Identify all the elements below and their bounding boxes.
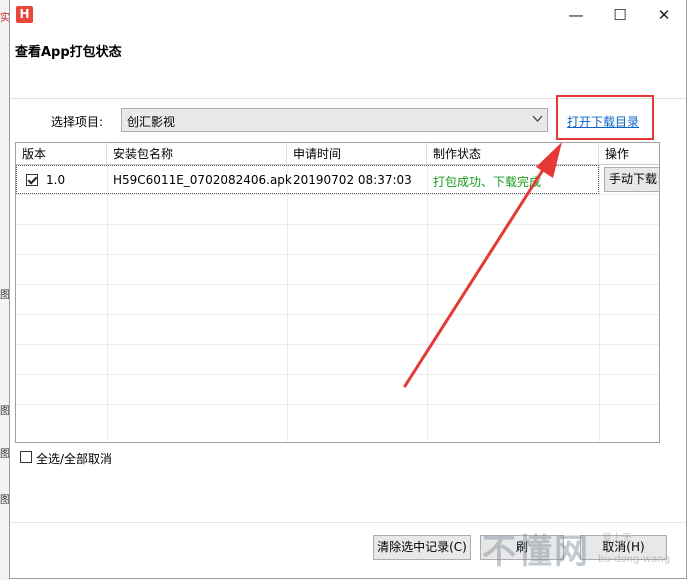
grid-line (16, 404, 659, 405)
col-header-time[interactable]: 申请时间 (287, 143, 427, 165)
footer-divider (10, 522, 686, 523)
row-package-name: H59C6011E_0702082406.apk (113, 173, 292, 187)
maximize-button[interactable]: ☐ (598, 0, 642, 30)
package-table: 版本 安装包名称 申请时间 制作状态 操作 1.0 H59C6011E_0702… (15, 142, 660, 443)
clear-selected-button[interactable]: 清除选中记录(C) (373, 535, 471, 560)
col-header-version[interactable]: 版本 (16, 143, 107, 165)
grid-line (287, 165, 288, 442)
dialog-title: 查看App打包状态 (15, 45, 122, 60)
grid-line (16, 284, 659, 285)
project-select[interactable]: 创汇影视 (121, 108, 548, 132)
package-status-window: H — ☐ ✕ 查看App打包状态 选择项目: 创汇影视 打开下载目录 版本 安… (9, 0, 687, 579)
grid-line (16, 344, 659, 345)
manual-download-button[interactable]: 手动下载 (604, 167, 659, 192)
select-all-checkbox[interactable] (20, 451, 32, 463)
select-all-label: 全选/全部取消 (36, 452, 113, 466)
grid-line (16, 194, 659, 195)
row-request-time: 20190702 08:37:03 (293, 173, 412, 187)
col-header-status[interactable]: 制作状态 (427, 143, 599, 165)
row-status: 打包成功、下载完成 (433, 175, 542, 189)
grid-line (599, 165, 600, 442)
open-download-dir-link[interactable]: 打开下载目录 (567, 113, 639, 130)
grid-line (107, 165, 108, 442)
chevron-down-icon (532, 113, 543, 126)
row-version: 1.0 (46, 173, 66, 187)
minimize-button[interactable]: — (554, 0, 598, 30)
grid-line (16, 374, 659, 375)
col-header-package[interactable]: 安装包名称 (107, 143, 287, 165)
col-header-action[interactable]: 操作 (599, 143, 659, 165)
grid-line (16, 254, 659, 255)
title-bar[interactable]: H — ☐ ✕ (10, 0, 686, 30)
grid-line (427, 165, 428, 442)
close-button[interactable]: ✕ (642, 0, 686, 30)
project-label: 选择项目: (51, 115, 104, 129)
app-logo-icon: H (16, 6, 33, 23)
cancel-button[interactable]: 取消(H) (580, 535, 667, 560)
row-checkbox[interactable] (26, 174, 38, 186)
refresh-button[interactable]: 刷 (480, 535, 564, 560)
grid-line (16, 224, 659, 225)
project-select-value: 创汇影视 (127, 115, 176, 129)
grid-line (16, 314, 659, 315)
